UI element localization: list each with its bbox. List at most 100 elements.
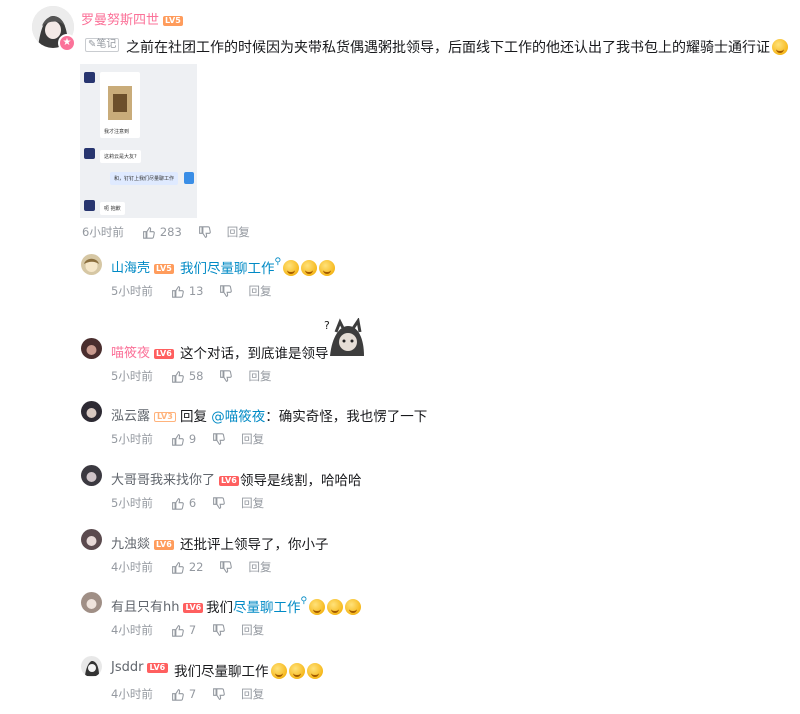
level-badge: LV6 [219,475,239,486]
reply-meta: 5小时前 13 回复 [111,283,271,299]
reply-button[interactable]: 回复 [241,431,264,447]
username-text[interactable]: 大哥哥我来找你了 [111,473,215,488]
username-text[interactable]: Jsddr [111,660,143,675]
dislike-button[interactable] [219,560,233,574]
like-button[interactable]: 6 [171,496,196,510]
reply-meta: 5小时前 58 回复 [111,368,271,384]
thumb-up-icon [171,370,184,383]
reply-username[interactable]: Jsddr LV6 [111,660,169,675]
reply-content: 回复 @喵筱夜：确实奇怪，我也愣了一下 [180,405,427,425]
thumb-down-icon [213,496,225,509]
reply-prefix: 回复 [180,409,212,425]
emoji-icon [301,260,318,276]
thumb-down-icon [213,432,225,445]
reply-content: 还批评上领导了，你小子 [180,537,329,553]
thumb-down-icon [220,284,233,297]
reply-avatar[interactable] [81,529,102,550]
chat-avatar-self [184,172,194,184]
thumb-up-icon [171,624,184,637]
dislike-button[interactable] [212,623,225,637]
chat-card: 我才注意到 [100,72,140,138]
post-meta: 6小时前 283 回复 [82,224,250,240]
username-text[interactable]: 喵筱夜 [111,346,150,361]
like-button[interactable]: 7 [171,687,196,701]
level-badge: LV6 [183,602,204,613]
reply-button[interactable]: 回复 [241,622,264,638]
emoji-icon [288,663,305,679]
reply-content: 我们尽量聊工作 [174,660,323,680]
post-image[interactable]: 我才注意到 这莉云是大友? 和，钉钉上我们尽量聊工作 呃 抱歉 [80,64,197,218]
reply-avatar[interactable] [81,338,102,359]
reply-content: 领导是线割，哈哈哈 [240,473,362,489]
emoji-icon [772,39,788,55]
dislike-button[interactable] [212,496,225,510]
svg-text:?: ? [324,319,330,332]
reply-button[interactable]: 回复 [248,283,271,299]
username-text[interactable]: 有且只有hh [111,600,179,615]
dislike-button[interactable] [219,369,233,383]
timestamp: 4小时前 [111,623,153,637]
emoji-icon [283,260,300,276]
thumb-up-icon [171,285,184,298]
reply-avatar[interactable] [81,656,102,677]
like-button[interactable]: 9 [171,432,196,446]
like-count: 13 [188,284,204,298]
reply-button[interactable]: 回复 [227,224,250,240]
reply-username[interactable]: 喵筱夜 LV6 [111,342,174,361]
mention-link[interactable]: @喵筱夜 [211,409,265,425]
dislike-button[interactable] [212,687,225,701]
username-text[interactable]: 泓云露 [111,409,150,424]
reply-text: 我们 [206,600,233,616]
reply-username[interactable]: 大哥哥我来找你了 LV6 [111,469,239,488]
thumb-up-icon [142,226,155,239]
timestamp: 5小时前 [111,432,153,446]
like-button[interactable]: 13 [171,284,204,298]
reply-username[interactable]: 山海壳 LV5 [111,257,174,276]
chat-bubble-reply: 和，钉钉上我们尽量聊工作 [110,172,179,185]
reply-meta: 4小时前 7 回复 [111,686,264,702]
reply-meta: 4小时前 22 回复 [111,559,271,575]
username-text[interactable]: 罗曼努斯四世 [81,13,159,28]
level-badge: LV6 [147,662,169,673]
thumb-down-icon [198,225,211,238]
like-button[interactable]: 7 [171,623,196,637]
avatar-badge-icon: ★ [58,34,76,52]
reply-username[interactable]: 泓云露 LV3 [111,405,176,424]
thumb-down-icon [220,369,233,382]
level-badge: LV6 [154,539,174,550]
level-badge: LV5 [154,263,174,274]
reply-button[interactable]: 回复 [241,686,264,702]
reply-meta: 5小时前 6 回复 [111,495,264,511]
username-text[interactable]: 山海壳 [111,261,150,276]
like-button[interactable]: 22 [171,560,204,574]
reply-avatar[interactable] [81,254,102,275]
reply-avatar[interactable] [81,465,102,486]
like-count: 22 [188,560,204,574]
reply-avatar[interactable] [81,592,102,613]
chat-card-image [108,86,132,120]
post-content: 之前在社团工作的时候因为夹带私货偶遇粥批领导，后面线下工作的他还认出了我书包上的… [126,37,788,57]
reply-content: 我们尽量聊工作⚲ [206,596,362,616]
like-button[interactable]: 58 [171,369,203,383]
like-count: 9 [188,432,197,446]
reply-button[interactable]: 回复 [248,559,271,575]
timestamp: 4小时前 [111,560,153,574]
timestamp: 5小时前 [111,284,153,298]
dislike-button[interactable] [198,225,211,239]
dislike-button[interactable] [212,432,225,446]
level-badge: LV3 [154,411,176,422]
username-text[interactable]: 九浊燚 [111,537,150,552]
post-username[interactable]: 罗曼努斯四世 LV5 [81,9,183,28]
reply-link-text[interactable]: 尽量聊工作 [233,600,301,616]
reply-username[interactable]: 有且只有hh LV6 [111,596,204,615]
reply-avatar[interactable] [81,401,102,422]
reply-username[interactable]: 九浊燚 LV6 [111,533,174,552]
reply-link-text[interactable]: 我们尽量聊工作 [180,261,275,277]
reply-content: 我们尽量聊工作⚲ [180,257,336,277]
like-button[interactable]: 283 [142,225,182,239]
reply-button[interactable]: 回复 [248,368,271,384]
chat-caption: 我才注意到 [104,129,130,135]
dislike-button[interactable] [219,284,233,298]
thumb-up-icon [171,433,184,446]
reply-button[interactable]: 回复 [241,495,264,511]
